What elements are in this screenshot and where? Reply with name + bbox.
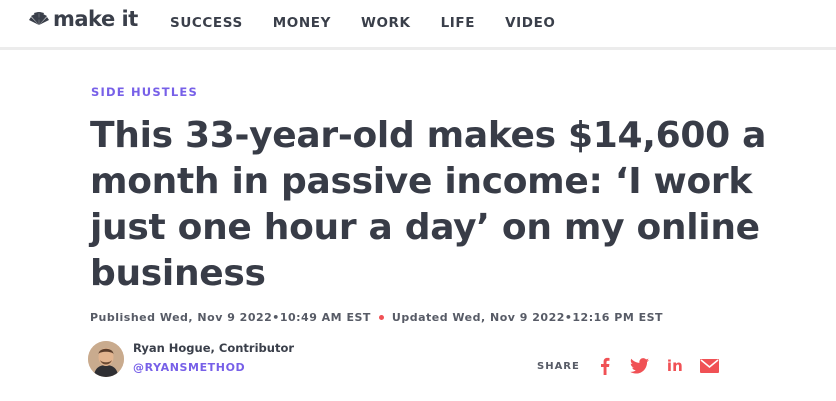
linkedin-icon: in — [666, 357, 683, 375]
author-info: Ryan Hogue, Contributor @RYANSMETHOD — [133, 340, 294, 377]
share-facebook-button[interactable] — [594, 356, 616, 376]
facebook-icon — [600, 357, 610, 375]
logo-text: make it — [53, 7, 138, 31]
top-navigation-bar: make it SUCCESS MONEY WORK LIFE VIDEO — [0, 0, 836, 50]
share-linkedin-button[interactable]: in — [664, 356, 686, 376]
published-time: Published Wed, Nov 9 2022•10:49 AM EST — [90, 311, 371, 324]
nav-item-success[interactable]: SUCCESS — [170, 14, 243, 32]
email-icon — [700, 359, 720, 373]
article-timestamps: Published Wed, Nov 9 2022•10:49 AM EST U… — [90, 311, 663, 324]
share-twitter-button[interactable] — [629, 356, 651, 376]
timestamp-separator-dot — [378, 315, 384, 320]
peacock-logo-icon — [29, 12, 49, 25]
author-handle-link[interactable]: @RYANSMETHOD — [133, 361, 245, 374]
section-eyebrow-link[interactable]: SIDE HUSTLES — [91, 85, 198, 99]
article-headline: This 33-year-old makes $14,600 a month i… — [90, 115, 767, 294]
share-label: SHARE — [537, 360, 580, 372]
nav-item-life[interactable]: LIFE — [441, 14, 475, 32]
nav-item-video[interactable]: VIDEO — [505, 14, 555, 32]
make-it-logo[interactable]: make it — [28, 7, 138, 31]
main-nav: SUCCESS MONEY WORK LIFE VIDEO — [170, 14, 585, 32]
share-email-button[interactable] — [699, 356, 721, 376]
author-byline: Ryan Hogue, Contributor @RYANSMETHOD — [88, 340, 294, 377]
share-bar: SHARE in — [537, 356, 734, 376]
twitter-icon — [630, 358, 650, 374]
author-avatar[interactable] — [88, 340, 124, 377]
nav-item-money[interactable]: MONEY — [273, 14, 331, 32]
updated-time: Updated Wed, Nov 9 2022•12:16 PM EST — [391, 311, 664, 324]
author-name: Ryan Hogue, Contributor — [133, 341, 295, 355]
author-photo-icon — [88, 340, 124, 377]
nav-item-work[interactable]: WORK — [361, 14, 411, 32]
